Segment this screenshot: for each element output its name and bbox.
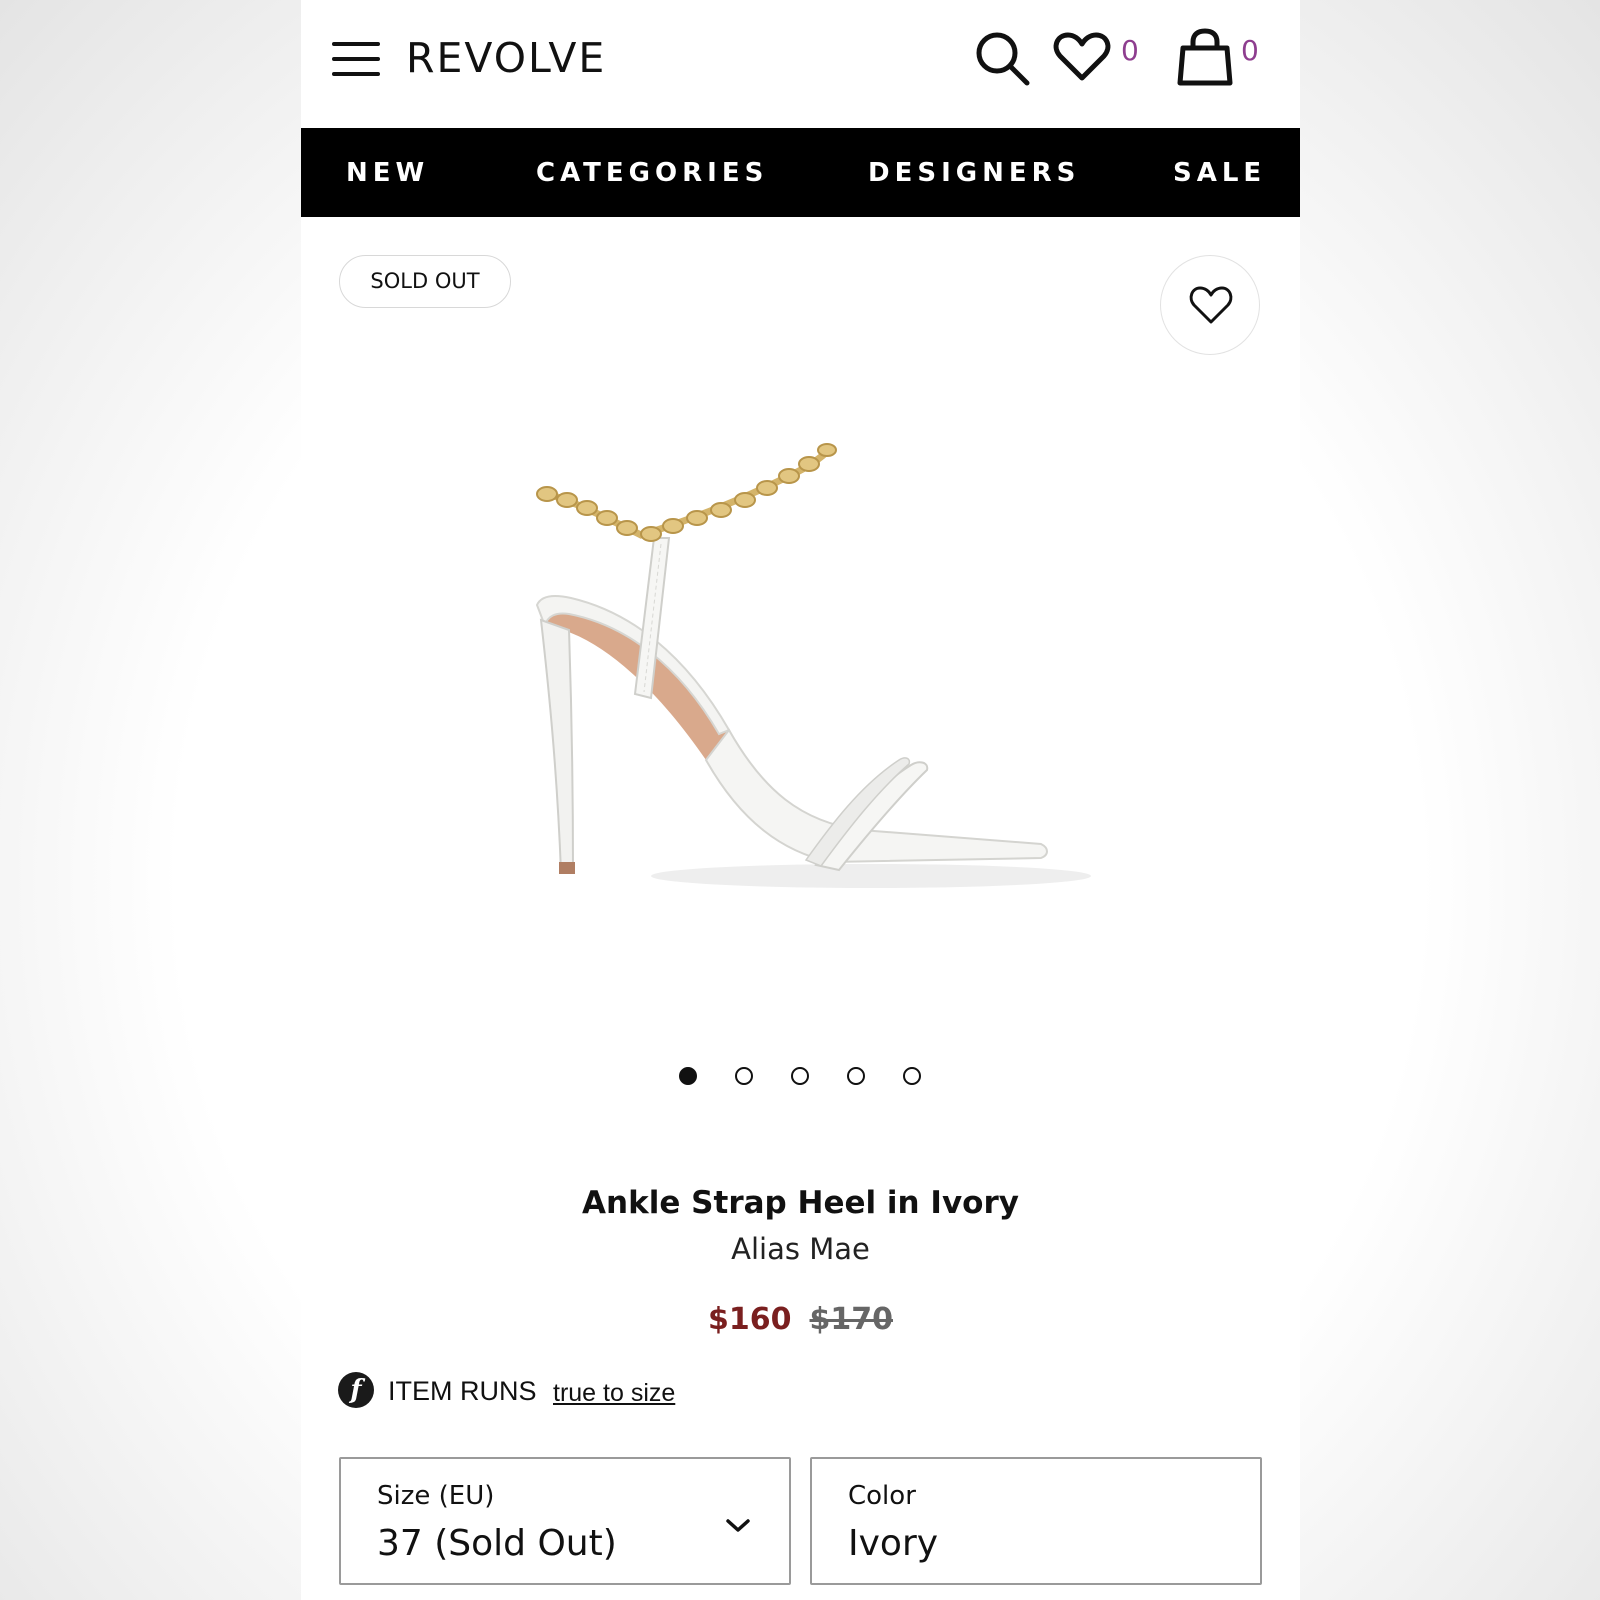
product-page: REVOLVE 0 0 NEW CATEGORIES DESIGNERS SAL…: [301, 0, 1300, 1600]
cart-count: 0: [1241, 34, 1259, 67]
nav-item-sale[interactable]: SALE: [1173, 158, 1266, 188]
nav-item-new[interactable]: NEW: [346, 158, 429, 188]
wishlist-count: 0: [1121, 34, 1139, 67]
nav-item-categories[interactable]: CATEGORIES: [536, 158, 768, 188]
color-select[interactable]: Color Ivory: [810, 1457, 1262, 1585]
carousel-dot[interactable]: [735, 1067, 753, 1085]
image-carousel-dots: [679, 1067, 939, 1089]
original-price: $170: [809, 1302, 894, 1337]
fit-value-link[interactable]: true to size: [553, 1379, 675, 1408]
chevron-down-icon: [726, 1519, 750, 1532]
heart-icon: [1189, 286, 1233, 324]
size-select[interactable]: Size (EU) 37 (Sold Out): [339, 1457, 791, 1585]
nav-item-designers[interactable]: DESIGNERS: [868, 158, 1080, 188]
carousel-dot[interactable]: [903, 1067, 921, 1085]
search-icon[interactable]: [973, 30, 1033, 91]
carousel-dot[interactable]: [791, 1067, 809, 1085]
fit-predictor-icon: f: [338, 1372, 374, 1408]
logo[interactable]: REVOLVE: [406, 34, 606, 82]
color-select-value: Ivory: [848, 1523, 939, 1564]
menu-icon[interactable]: [332, 42, 380, 76]
top-bar: REVOLVE 0 0: [301, 0, 1300, 128]
sold-out-badge: SOLD OUT: [339, 255, 511, 308]
product-title: Ankle Strap Heel in Ivory: [582, 1185, 1019, 1221]
price-block: $160 $170: [301, 1302, 1300, 1337]
wishlist-icon[interactable]: [1053, 32, 1111, 87]
main-nav: NEW CATEGORIES DESIGNERS SALE: [301, 128, 1300, 217]
product-image[interactable]: [501, 430, 1101, 930]
size-select-label: Size (EU): [377, 1481, 495, 1511]
carousel-dot[interactable]: [847, 1067, 865, 1085]
shopping-bag-icon[interactable]: [1176, 28, 1236, 91]
product-brand[interactable]: Alias Mae: [301, 1232, 1300, 1266]
carousel-dot[interactable]: [679, 1067, 697, 1085]
sale-price: $160: [708, 1302, 792, 1337]
size-select-value: 37 (Sold Out): [377, 1523, 617, 1564]
fit-label: ITEM RUNS: [388, 1376, 537, 1406]
color-select-label: Color: [848, 1481, 916, 1511]
favorite-button[interactable]: [1160, 255, 1260, 355]
